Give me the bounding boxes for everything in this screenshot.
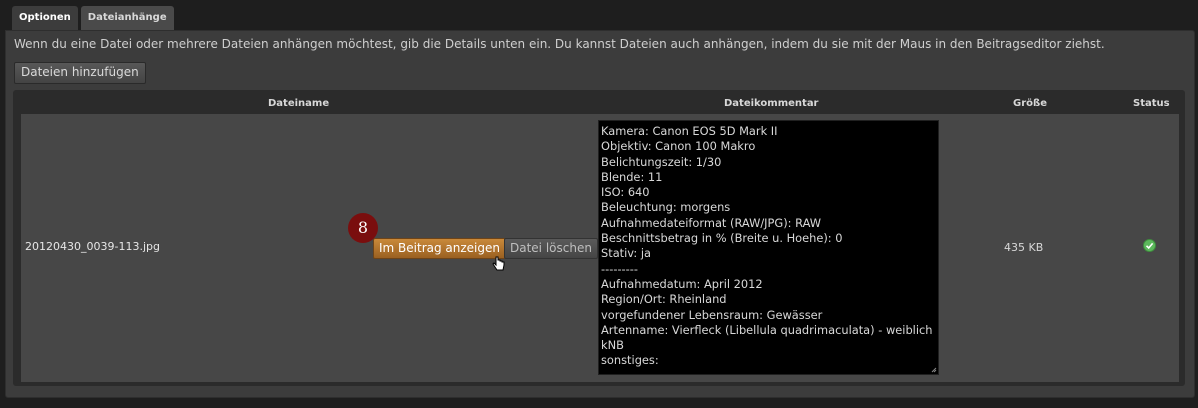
comment-line: Beschnittsbetrag in % (Breite u. Hoehe):… [601,231,843,246]
column-header-size: Größe [1013,98,1047,109]
comment-line: Region/Ort: Rheinland [601,292,727,307]
info-text: Wenn du eine Datei oder mehrere Dateien … [14,37,1105,51]
comment-line: --------- [601,261,638,276]
column-header-comment: Dateikommentar [724,98,819,109]
tab-bar: Optionen Dateianhänge [12,6,174,30]
comment-line: ISO: 640 [601,185,650,200]
delete-file-button[interactable]: Datei löschen [504,238,598,259]
comment-line: Artenname: Vierfleck (Libellula quadrima… [601,322,933,337]
add-files-button[interactable]: Dateien hinzufügen [14,62,146,84]
resize-grip-icon[interactable] [931,367,937,373]
comment-line: Aufnahmedateiformat (RAW/JPG): RAW [601,215,822,230]
comment-line: Stativ: ja [601,246,652,261]
column-header-filename: Dateiname [268,98,330,109]
comment-line: Aufnahmedatum: April 2012 [601,276,763,291]
comment-line: sonstiges: [601,353,659,368]
column-header-status: Status [1133,98,1170,109]
comment-line: Objektiv: Canon 100 Makro [601,139,756,154]
attachments-panel: Wenn du eine Datei oder mehrere Dateien … [5,30,1195,398]
attachments-table: Dateiname Dateikommentar Größe Status 20… [13,90,1185,386]
step-badge: 8 [348,213,378,243]
filename: 20120430_0039-113.jpg [25,240,160,253]
show-in-post-button[interactable]: Im Beitrag anzeigen [373,238,506,259]
comment-line: Belichtungszeit: 1/30 [601,154,722,169]
hand-cursor-icon [492,256,505,271]
comment-line: Beleuchtung: morgens [601,200,731,215]
comment-line: Kamera: Canon EOS 5D Mark II [601,124,778,138]
comment-line: vorgefundener Lebensraum: Gewässer [601,307,823,322]
check-circle-icon [1143,239,1156,252]
file-comment-textarea[interactable]: Kamera: Canon EOS 5D Mark II Objektiv: C… [598,120,939,375]
comment-line: Blende: 11 [601,169,663,184]
file-size: 435 KB [1004,241,1044,254]
comment-line: kNB [601,338,624,353]
tab-dateianhaenge[interactable]: Dateianhänge [80,6,174,30]
table-row: 20120430_0039-113.jpg Im Beitrag anzeige… [21,114,1179,382]
tab-optionen[interactable]: Optionen [12,6,78,30]
